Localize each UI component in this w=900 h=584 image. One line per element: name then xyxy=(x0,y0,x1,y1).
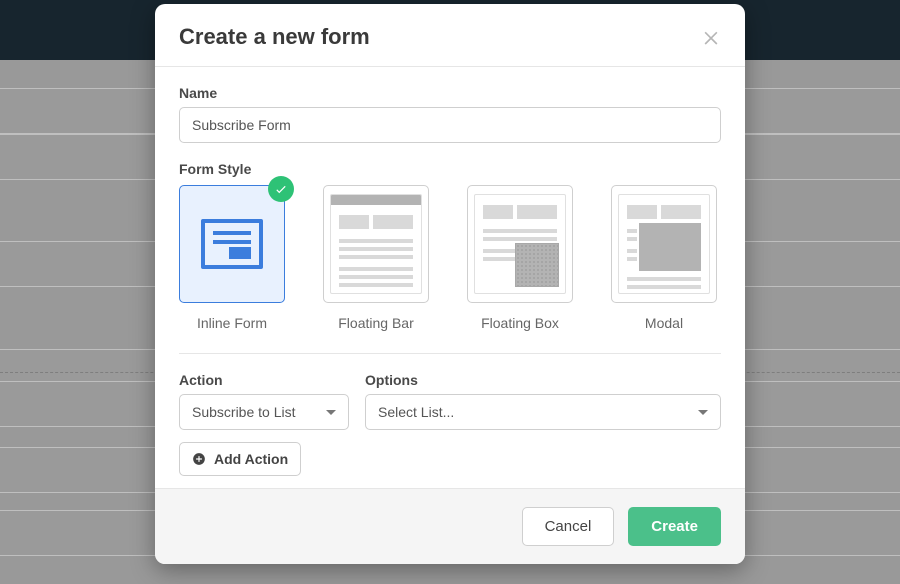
form-style-label: Form Style xyxy=(179,161,721,177)
add-action-label: Add Action xyxy=(214,451,288,467)
modal-title: Create a new form xyxy=(179,24,370,50)
style-option-inline-form[interactable] xyxy=(179,185,285,303)
action-label: Action xyxy=(179,372,349,388)
check-icon xyxy=(274,182,288,196)
add-action-button[interactable]: Add Action xyxy=(179,442,301,476)
style-label-modal: Modal xyxy=(645,315,683,331)
close-button[interactable] xyxy=(701,27,721,47)
name-label: Name xyxy=(179,85,721,101)
style-option-floating-box[interactable] xyxy=(467,185,573,303)
action-select-value: Subscribe to List xyxy=(192,404,296,420)
style-label-floating-bar: Floating Bar xyxy=(338,315,413,331)
modal-footer: Cancel Create xyxy=(155,488,745,564)
form-style-options: Inline Form Floating Bar xyxy=(179,185,721,331)
inline-form-icon xyxy=(201,219,263,269)
name-input[interactable] xyxy=(179,107,721,143)
selected-badge xyxy=(268,176,294,202)
chevron-down-icon xyxy=(326,410,336,415)
cancel-button[interactable]: Cancel xyxy=(522,507,615,546)
create-button[interactable]: Create xyxy=(628,507,721,546)
floating-bar-icon xyxy=(330,194,422,294)
chevron-down-icon xyxy=(698,410,708,415)
modal-style-icon xyxy=(618,194,710,294)
options-select[interactable]: Select List... xyxy=(365,394,721,430)
options-select-value: Select List... xyxy=(378,404,454,420)
create-form-modal: Create a new form Name Form Style Inline… xyxy=(155,4,745,564)
style-option-floating-bar[interactable] xyxy=(323,185,429,303)
style-option-modal[interactable] xyxy=(611,185,717,303)
options-label: Options xyxy=(365,372,721,388)
modal-body: Name Form Style Inline Form xyxy=(155,67,745,488)
floating-box-icon xyxy=(474,194,566,294)
modal-header: Create a new form xyxy=(155,4,745,67)
divider xyxy=(179,353,721,354)
plus-circle-icon xyxy=(192,452,206,466)
action-select[interactable]: Subscribe to List xyxy=(179,394,349,430)
close-icon xyxy=(701,27,721,47)
style-label-floating-box: Floating Box xyxy=(481,315,559,331)
style-label-inline: Inline Form xyxy=(197,315,267,331)
